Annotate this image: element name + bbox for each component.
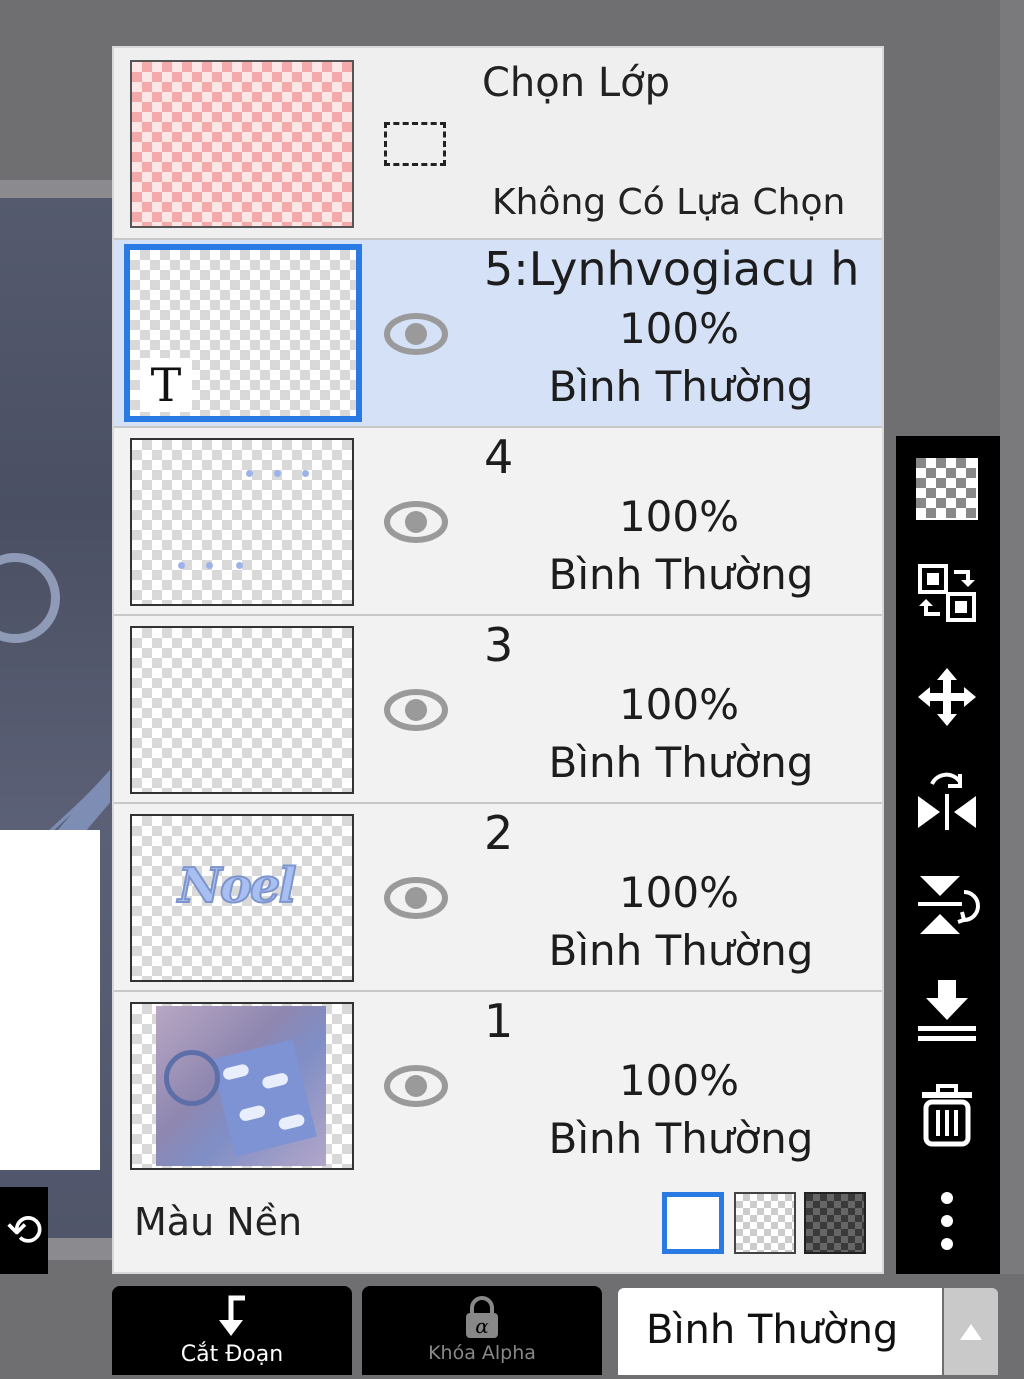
flip-vertical-icon[interactable]	[914, 872, 980, 938]
layer-name: 4	[484, 430, 514, 484]
clip-button[interactable]: Cắt Đoạn	[112, 1286, 352, 1375]
more-icon[interactable]	[914, 1188, 980, 1254]
layer-opacity: 100%	[618, 680, 740, 729]
canvas-ring-shape	[0, 553, 60, 643]
selection-thumbnail	[130, 60, 354, 228]
background-color-row: Màu Nền	[114, 1174, 882, 1270]
text-layer-badge: T	[140, 358, 192, 412]
canvas-white-area	[0, 830, 100, 1170]
selection-layer-row[interactable]: Chọn Lớp Không Có Lựa Chọn	[114, 48, 882, 240]
layer-row-3[interactable]: 3 100% Bình Thường	[114, 616, 882, 804]
background-dark-swatch[interactable]	[804, 1192, 866, 1254]
layer-blend-mode: Bình Thường	[548, 550, 814, 599]
layer-row-1[interactable]: 1 100% Bình Thường	[114, 992, 882, 1180]
layer-blend-mode: Bình Thường	[548, 926, 814, 975]
alpha-lock-label: Khóa Alpha	[428, 1342, 536, 1364]
flip-horizontal-icon[interactable]	[914, 768, 980, 834]
visibility-eye-icon[interactable]	[384, 876, 448, 920]
lock-icon: α	[466, 1296, 498, 1338]
trash-icon[interactable]	[914, 1082, 980, 1148]
layer-blend-mode: Bình Thường	[548, 1114, 814, 1163]
svg-text:α: α	[475, 1314, 489, 1338]
layer-name: 2	[484, 806, 514, 860]
merge-down-icon[interactable]	[914, 976, 980, 1042]
layer-name: 1	[484, 994, 514, 1048]
background-white-swatch[interactable]	[662, 1192, 724, 1254]
visibility-eye-icon[interactable]	[384, 688, 448, 732]
right-edge	[1000, 0, 1024, 1375]
background-transparent-swatch[interactable]	[734, 1192, 796, 1254]
visibility-eye-icon[interactable]	[384, 1064, 448, 1108]
layer-thumbnail: Noel	[130, 814, 354, 982]
selection-status: Không Có Lựa Chọn	[492, 182, 846, 223]
photo-card	[211, 1039, 317, 1157]
bottom-bar: Cắt Đoạn α Khóa Alpha Bình Thường	[0, 1274, 1024, 1375]
layer-thumbnail: T	[124, 244, 362, 422]
blend-mode-dropdown-arrow[interactable]	[944, 1288, 998, 1375]
clip-arrow-icon	[219, 1295, 245, 1336]
triangle-up-icon	[960, 1324, 982, 1340]
layer-row-4[interactable]: 4 100% Bình Thường	[114, 428, 882, 616]
checker-icon[interactable]	[914, 456, 980, 522]
visibility-eye-icon[interactable]	[384, 312, 448, 356]
photo-thumbnail	[156, 1006, 326, 1166]
layer-thumbnail	[130, 626, 354, 794]
layer-opacity: 100%	[618, 1056, 740, 1105]
layer-opacity: 100%	[618, 868, 740, 917]
visibility-eye-icon[interactable]	[384, 500, 448, 544]
layer-opacity: 100%	[618, 304, 740, 353]
rotate-canvas-icon[interactable]: ⟲	[0, 1187, 48, 1275]
alpha-lock-button[interactable]: α Khóa Alpha	[362, 1286, 602, 1375]
layer-thumbnail	[130, 438, 354, 606]
move-icon[interactable]	[914, 664, 980, 730]
layer-name: 5:Lynhvogiacu h	[484, 242, 860, 296]
selection-title: Chọn Lớp	[482, 60, 670, 106]
clip-label: Cắt Đoạn	[180, 1342, 284, 1367]
background-color-label: Màu Nền	[134, 1200, 303, 1244]
swap-icon[interactable]	[914, 560, 980, 626]
layer-row-5[interactable]: T 5:Lynhvogiacu h 100% Bình Thường	[114, 240, 882, 428]
layers-panel: Chọn Lớp Không Có Lựa Chọn T 5:Lynhvogia…	[112, 46, 884, 1274]
layer-blend-mode: Bình Thường	[548, 738, 814, 787]
layer-thumbnail	[130, 1002, 354, 1170]
photo-ring	[164, 1050, 220, 1106]
blend-mode-select[interactable]: Bình Thường	[618, 1288, 942, 1375]
layer-opacity: 100%	[618, 492, 740, 541]
layer-blend-mode: Bình Thường	[548, 362, 814, 411]
layer-tools-toolbar	[896, 436, 1000, 1274]
selection-marquee-icon	[384, 122, 446, 166]
layer-name: 3	[484, 618, 514, 672]
layer-row-2[interactable]: Noel 2 100% Bình Thường	[114, 804, 882, 992]
noel-thumbnail-text: Noel	[177, 857, 298, 915]
